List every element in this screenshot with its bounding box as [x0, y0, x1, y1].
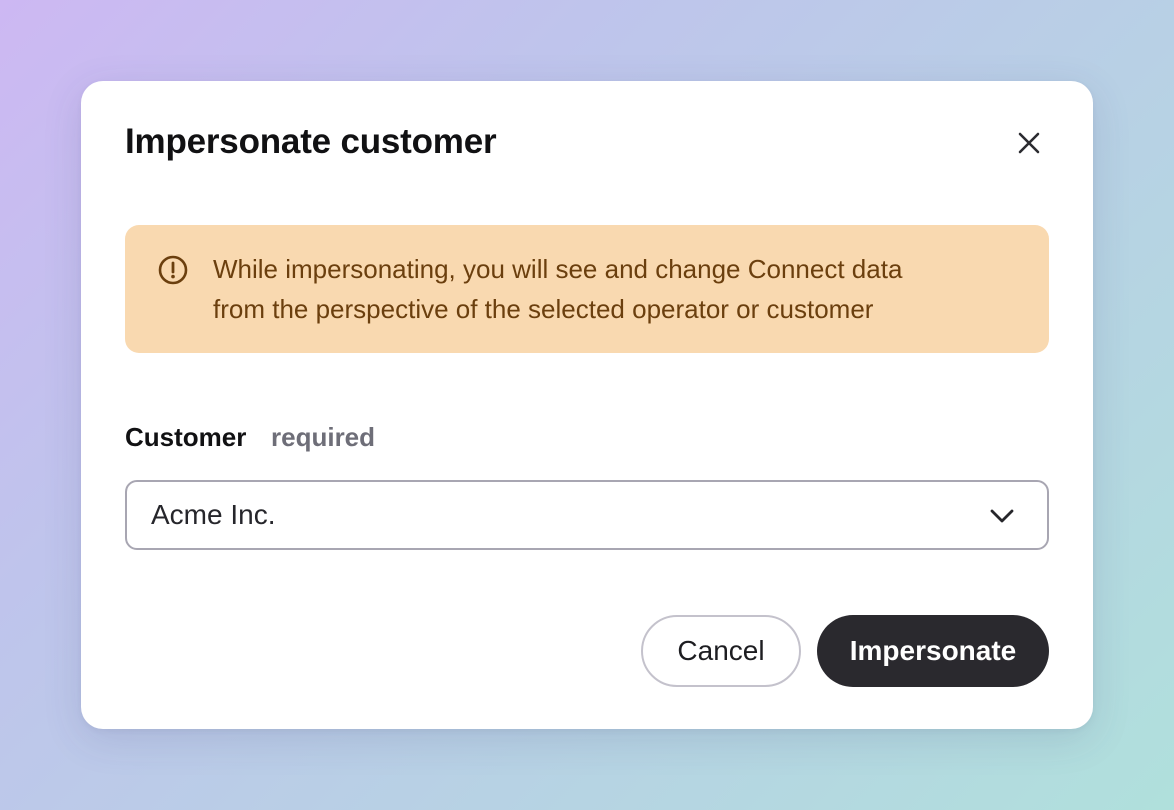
impersonate-dialog: Impersonate customer While impersonating…	[81, 81, 1093, 729]
chevron-down-icon	[990, 509, 1014, 523]
close-icon	[1018, 132, 1040, 154]
alert-circle-icon	[158, 255, 188, 285]
close-button[interactable]	[1009, 123, 1049, 163]
customer-select-value: Acme Inc.	[151, 499, 276, 530]
cancel-button[interactable]: Cancel	[641, 615, 801, 687]
dialog-title: Impersonate customer	[125, 122, 497, 161]
impersonate-button[interactable]: Impersonate	[817, 615, 1049, 687]
alert-message-line-1: While impersonating, you will see and ch…	[213, 254, 903, 284]
alert-message-line-2: from the perspective of the selected ope…	[213, 294, 874, 324]
customer-select[interactable]: Acme Inc.	[125, 480, 1049, 550]
warning-alert: While impersonating, you will see and ch…	[125, 225, 1049, 353]
required-hint: required	[271, 422, 376, 452]
alert-message: While impersonating, you will see and ch…	[213, 249, 1023, 329]
customer-field-label: Customer	[125, 422, 247, 452]
